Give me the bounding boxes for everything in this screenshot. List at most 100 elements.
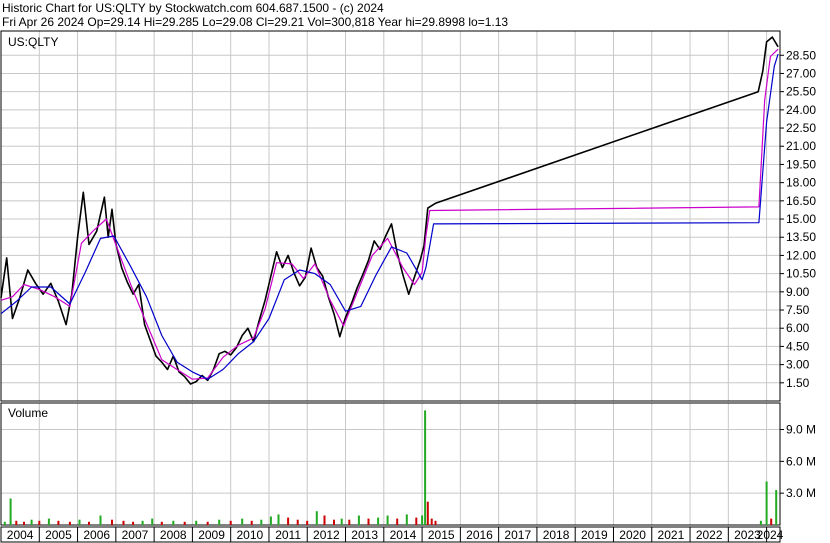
volume-bar [287, 517, 290, 525]
volume-bar [160, 521, 163, 525]
volume-bar [78, 519, 81, 525]
volume-bar [23, 521, 25, 525]
volume-bar [151, 518, 154, 525]
year-tick-label: 2016 [466, 528, 493, 542]
volume-bar [183, 521, 186, 525]
year-tick-label: 2010 [236, 528, 263, 542]
year-tick-label: 2017 [504, 528, 531, 542]
volume-bar [277, 514, 280, 525]
volume-tick-label: 6.0 M [786, 454, 816, 468]
year-tick-label: 2021 [658, 528, 685, 542]
price-tick-label: 9.00 [786, 285, 810, 299]
volume-bar [367, 518, 370, 525]
historic-chart: 1.50 3.00 4.50 6.00 7.50 9.00 10.50 12.00 13.50 1… [0, 30, 816, 543]
price-tick-label: 12.00 [786, 248, 816, 262]
volume-bar [38, 520, 41, 525]
price-tick-label: 7.50 [786, 303, 810, 317]
volume-bar [340, 518, 343, 525]
volume-bar [111, 519, 113, 525]
price-tick-label: 4.50 [786, 339, 810, 353]
volume-bar [759, 520, 762, 525]
volume-tick-label: 3.0 M [786, 486, 816, 500]
price-tick-label: 24.00 [786, 103, 816, 117]
volume-bar [241, 518, 244, 525]
volume-bar [3, 521, 6, 525]
volume-bar [296, 519, 299, 525]
volume-label: Volume [8, 406, 48, 420]
price-tick-label: 16.50 [786, 194, 816, 208]
volume-bar [405, 514, 408, 525]
volume-bar [57, 520, 60, 525]
volume-bar [269, 516, 272, 525]
volume-panel-frame [0, 402, 781, 526]
year-tick-label: 2022 [696, 528, 723, 542]
volume-bar [132, 521, 135, 525]
volume-bar [357, 515, 360, 525]
year-tick-label: 2004 [7, 528, 34, 542]
year-tick-label: 2012 [313, 528, 340, 542]
price-tick-label: 18.00 [786, 176, 816, 190]
year-axis: 2004 2005 2006 2007 2008 2009 2010 2011 2012 2013… [0, 527, 784, 542]
volume-bar [421, 515, 424, 525]
volume-bar [172, 520, 175, 525]
volume-bars [3, 410, 778, 525]
volume-bar [765, 481, 768, 525]
volume-bar [386, 515, 389, 525]
price-tick-label: 10.50 [786, 267, 816, 281]
price-series [0, 36, 779, 385]
volume-bar [15, 520, 18, 525]
volume-bar [122, 520, 125, 525]
volume-bar [99, 515, 102, 525]
price-tick-label: 3.00 [786, 358, 810, 372]
volume-bar [430, 518, 433, 525]
volume-bar [218, 519, 221, 525]
volume-bar [250, 520, 253, 525]
volume-bar [229, 520, 232, 525]
year-tick-label: 2015 [428, 528, 455, 542]
price-y-axis: 1.50 3.00 4.50 6.00 7.50 9.00 10.50 12.00 13.50 1… [780, 48, 816, 390]
volume-bar [775, 490, 778, 525]
year-tick-label: 2024 [757, 528, 784, 542]
price-tick-label: 1.50 [786, 376, 810, 390]
volume-bar [195, 520, 198, 525]
price-tick-label: 6.00 [786, 321, 810, 335]
year-tick-label: 2006 [83, 528, 110, 542]
volume-bar [306, 520, 309, 525]
price-panel-frame [0, 30, 781, 402]
price-tick-label: 13.50 [786, 230, 816, 244]
price-tick-label: 28.50 [786, 48, 816, 62]
volume-bar [348, 519, 351, 525]
series-price [0, 36, 779, 385]
volume-bar [88, 521, 90, 525]
series-ma-short [0, 48, 779, 380]
volume-bar [30, 519, 33, 525]
series-ma-long [0, 53, 779, 380]
year-tick-label: 2008 [160, 528, 187, 542]
year-tick-label: 2011 [275, 528, 301, 542]
year-tick-label: 2019 [581, 528, 608, 542]
volume-bar [260, 519, 263, 525]
volume-y-axis: 3.0 M 6.0 M 9.0 M [780, 423, 816, 500]
volume-bar [770, 518, 773, 525]
grid-lines [1, 31, 780, 525]
year-tick-label: 2009 [198, 528, 225, 542]
year-tick-label: 2020 [619, 528, 646, 542]
price-tick-label: 19.50 [786, 157, 816, 171]
volume-bar [426, 501, 429, 525]
year-tick-label: 2014 [390, 528, 417, 542]
price-tick-label: 15.00 [786, 212, 816, 226]
volume-bar [415, 517, 418, 525]
volume-bar [424, 410, 427, 525]
volume-bar [206, 521, 209, 525]
volume-tick-label: 9.0 M [786, 423, 816, 437]
volume-bar [47, 518, 50, 525]
volume-bar [396, 518, 399, 525]
volume-bar [323, 515, 326, 525]
year-tick-label: 2007 [122, 528, 149, 542]
symbol-label: US:QLTY [8, 35, 58, 49]
year-tick-label: 2005 [45, 528, 72, 542]
volume-bar [315, 511, 318, 525]
price-tick-label: 27.00 [786, 66, 816, 80]
volume-bar [141, 520, 144, 525]
volume-bar [68, 521, 71, 525]
